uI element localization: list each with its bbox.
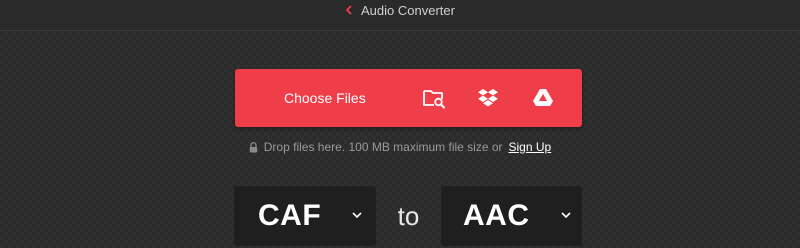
dropbox-icon[interactable] — [475, 85, 501, 111]
google-drive-icon[interactable] — [530, 85, 556, 111]
top-bar: Audio Converter — [0, 0, 800, 31]
to-format-label[interactable]: AAC — [463, 186, 530, 246]
to-connector: to — [397, 200, 420, 231]
from-format-select[interactable]: CAF — [234, 186, 376, 246]
chevron-down-icon[interactable] — [560, 210, 572, 220]
sign-up-link[interactable]: Sign Up — [509, 140, 552, 154]
chevron-down-icon[interactable] — [351, 210, 363, 220]
chevron-left-icon[interactable] — [345, 5, 353, 15]
breadcrumb-label[interactable]: Audio Converter — [361, 3, 455, 18]
choose-files-button[interactable]: Choose Files — [235, 69, 582, 127]
from-format-label[interactable]: CAF — [258, 186, 321, 246]
lock-icon — [249, 141, 258, 153]
to-format-select[interactable]: AAC — [441, 186, 582, 246]
hint-text: Drop files here. 100 MB maximum file siz… — [263, 140, 503, 154]
breadcrumb[interactable]: Audio Converter — [0, 0, 800, 20]
choose-files-label[interactable]: Choose Files — [284, 69, 366, 127]
folder-search-icon[interactable] — [421, 85, 447, 111]
drop-hint: Drop files here. 100 MB maximum file siz… — [0, 138, 800, 156]
